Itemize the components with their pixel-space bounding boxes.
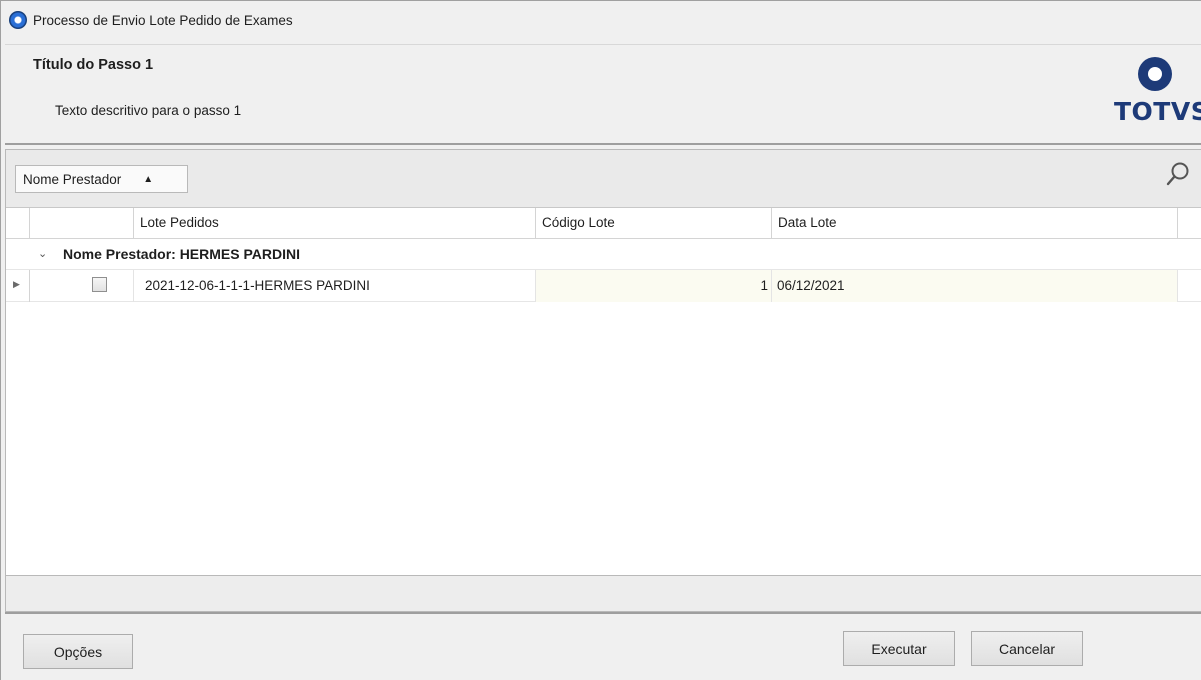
cell-data-lote[interactable]: 06/12/2021 — [772, 270, 1178, 302]
sort-ascending-icon: ▲ — [143, 173, 154, 185]
opcoes-button[interactable]: Opções — [23, 634, 133, 669]
executar-button[interactable]: Executar — [843, 631, 955, 666]
cancelar-button[interactable]: Cancelar — [971, 631, 1083, 666]
column-header-data-lote[interactable]: Data Lote — [772, 208, 1178, 238]
button-bar: Opções Executar Cancelar — [5, 612, 1201, 680]
group-row-label: Nome Prestador: HERMES PARDINI — [63, 246, 301, 262]
chevron-down-icon[interactable]: ⌄ — [38, 247, 47, 260]
totvs-logo-text: TOTVS — [1114, 97, 1201, 126]
row-checkbox[interactable] — [92, 277, 107, 292]
title-bar: Processo de Envio Lote Pedido de Exames — [1, 1, 1201, 39]
row-checkbox-cell — [30, 270, 134, 302]
grid-footer — [6, 575, 1201, 611]
column-header-codigo-lote[interactable]: Código Lote — [536, 208, 772, 238]
wizard-window: Processo de Envio Lote Pedido de Exames … — [0, 0, 1201, 680]
group-by-chip-nome-prestador[interactable]: Nome Prestador ▲ — [15, 165, 188, 193]
group-by-panel: Nome Prestador ▲ — [6, 150, 1201, 208]
cell-lote-pedidos[interactable]: 2021-12-06-1-1-1-HERMES PARDINI — [134, 270, 536, 302]
column-header-lote-pedidos[interactable]: Lote Pedidos — [134, 208, 536, 238]
window-title: Processo de Envio Lote Pedido de Exames — [33, 12, 293, 28]
group-row[interactable]: ⌄ Nome Prestador: HERMES PARDINI — [6, 239, 1201, 269]
group-by-chip-label: Nome Prestador — [23, 171, 122, 187]
row-indicator-header — [6, 208, 30, 238]
totvs-logo: TOTVS — [1114, 57, 1201, 137]
checkbox-column-header[interactable] — [30, 208, 134, 238]
column-headers: Lote Pedidos Código Lote Data Lote — [6, 208, 1201, 239]
totvs-logo-mark-icon — [1138, 57, 1172, 91]
row-indicator[interactable]: ▶ — [6, 270, 30, 302]
lote-grid: Nome Prestador ▲ Lote Pedidos Código Lot… — [5, 149, 1201, 612]
step-header: Título do Passo 1 Texto descritivo para … — [5, 44, 1201, 145]
step-title: Título do Passo 1 — [33, 57, 154, 73]
table-row[interactable]: ▶ 2021-12-06-1-1-1-HERMES PARDINI 1 06/1… — [6, 269, 1201, 302]
search-icon[interactable] — [1165, 161, 1191, 189]
step-description: Texto descritivo para o passo 1 — [55, 103, 242, 118]
app-icon — [9, 11, 27, 29]
cell-codigo-lote[interactable]: 1 — [536, 270, 772, 302]
row-pointer-icon: ▶ — [13, 279, 20, 289]
